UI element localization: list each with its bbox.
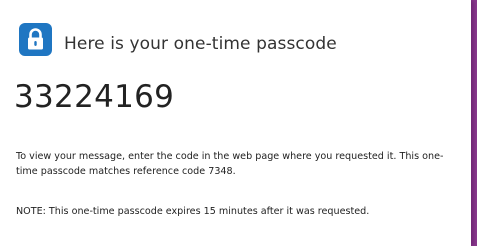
email-window-frame: Here is your one-time passcode 33224169 … (0, 0, 477, 246)
email-body: Here is your one-time passcode 33224169 … (0, 0, 471, 246)
header-title: Here is your one-time passcode (64, 34, 337, 54)
lock-icon (19, 23, 52, 56)
passcode-value: 33224169 (14, 79, 175, 115)
email-header: Here is your one-time passcode (19, 16, 337, 56)
instructions-text: To view your message, enter the code in … (16, 151, 444, 177)
expiry-note: NOTE: This one-time passcode expires 15 … (16, 206, 370, 217)
